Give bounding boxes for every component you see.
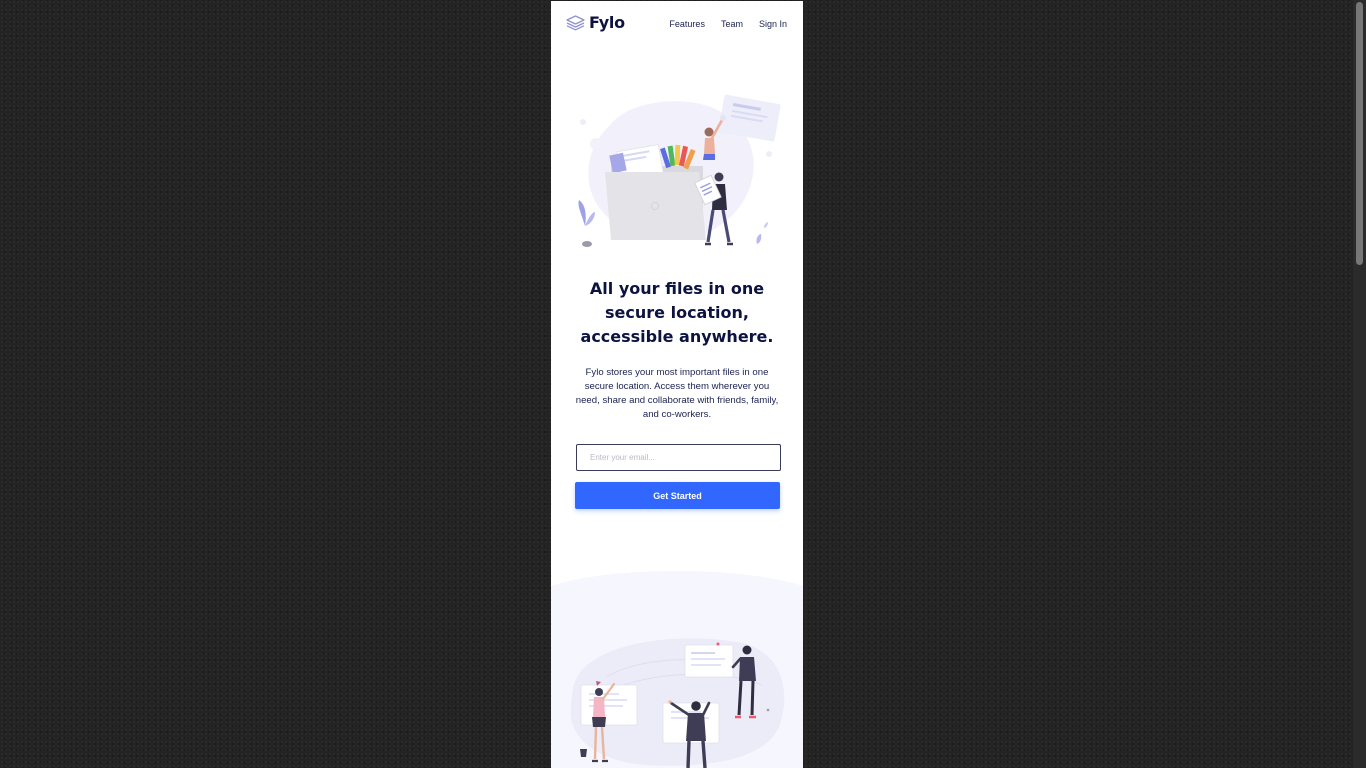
landing-page: Fylo Features Team Sign In All your file… [551,1,803,768]
email-input[interactable] [576,444,781,471]
feature-section [551,568,803,768]
team-collaboration-illustration [570,638,785,768]
logo-wordmark: Fylo [589,13,625,32]
file-sharing-illustration [578,94,781,247]
vertical-scrollbar[interactable] [1353,0,1366,768]
nav-link-sign-in[interactable]: Sign In [759,19,787,29]
navbar: Fylo Features Team Sign In [551,1,803,49]
scrollbar-thumb[interactable] [1356,2,1363,265]
logo[interactable]: Fylo [566,13,625,32]
get-started-button[interactable]: Get Started [575,482,780,509]
hero-description: Fylo stores your most important files in… [575,367,779,420]
hero-headline: All your files in one secure location, a… [580,279,774,346]
nav-link-team[interactable]: Team [721,19,743,29]
stack-logo-icon [566,14,585,30]
nav-link-features[interactable]: Features [669,19,705,29]
nav-links: Features Team Sign In [669,19,787,29]
